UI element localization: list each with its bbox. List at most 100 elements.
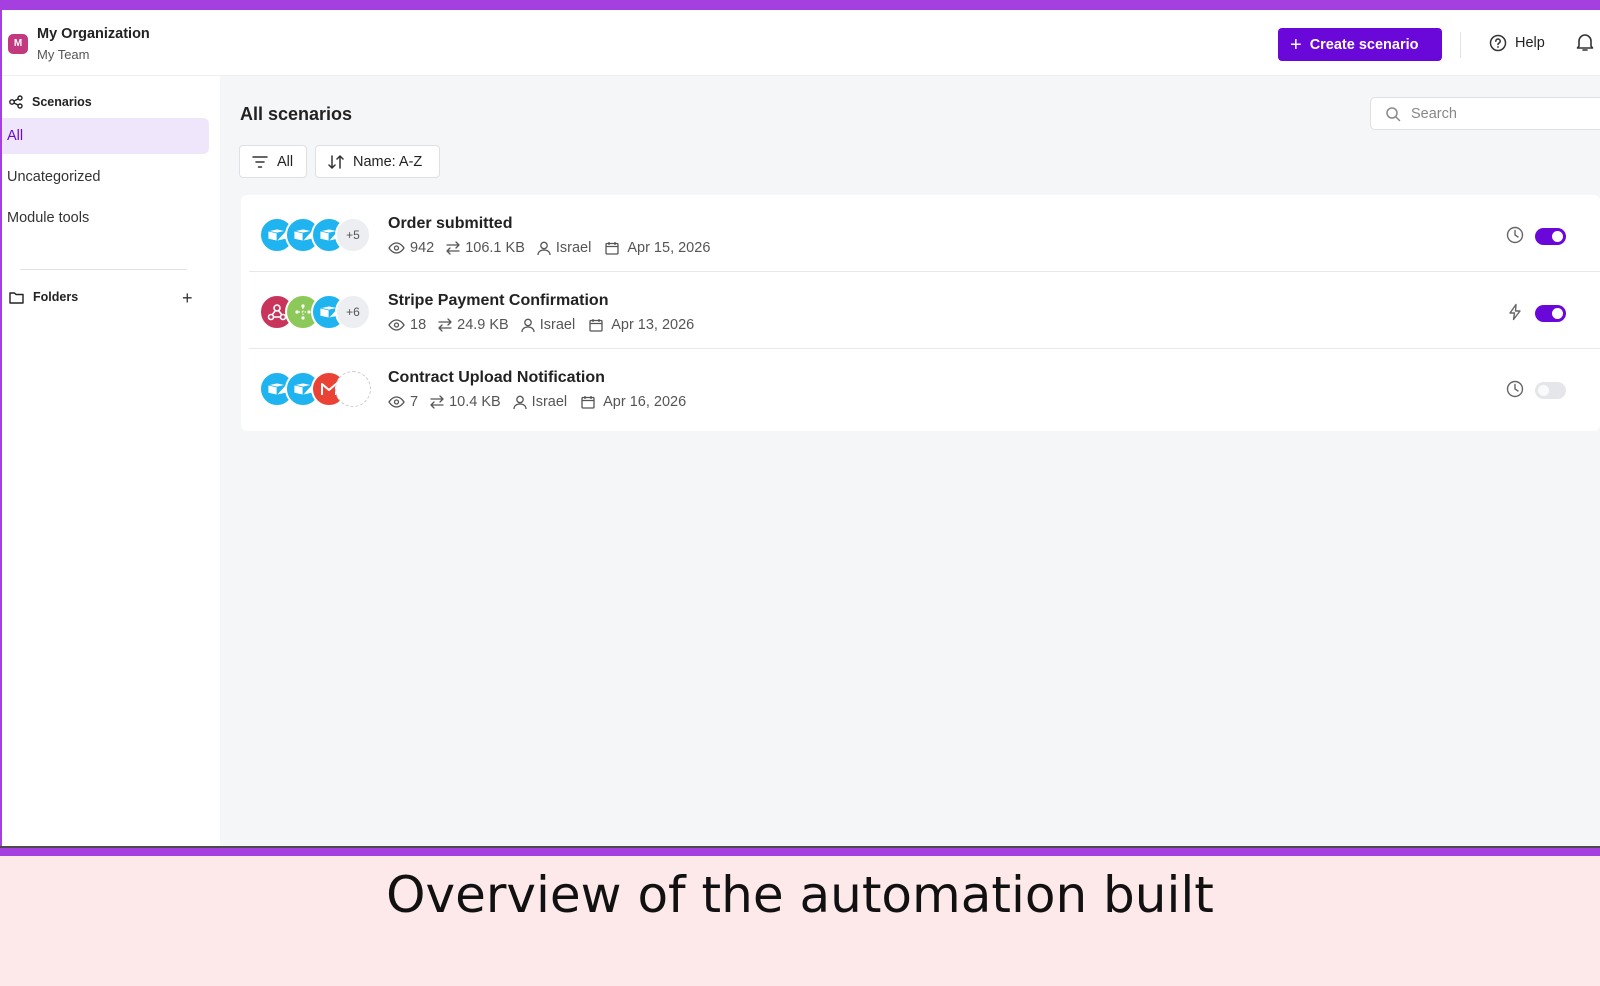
scenario-date: Apr 15, 2026 — [627, 240, 711, 256]
search-icon — [1386, 106, 1401, 121]
data-size: 10.4 KB — [449, 394, 501, 410]
lightning-icon — [1509, 303, 1521, 321]
data-size: 106.1 KB — [465, 240, 525, 256]
scenario-meta: 18 24.9 KB Israel Apr 13, 2026 — [388, 317, 706, 333]
user-icon — [537, 241, 551, 255]
notifications-button[interactable] — [1576, 32, 1594, 57]
owner-stat: Israel — [537, 240, 591, 256]
sidebar-section-scenarios[interactable]: Scenarios — [9, 95, 92, 109]
calendar-icon — [581, 396, 595, 409]
scenario-name[interactable]: Contract Upload Notification — [388, 369, 605, 387]
scenario-toggle[interactable] — [1535, 382, 1566, 399]
operations-count: 942 — [410, 240, 435, 256]
org-avatar[interactable]: M — [8, 34, 28, 54]
owner-name: Israel — [531, 394, 568, 410]
scenario-date: Apr 13, 2026 — [611, 317, 695, 333]
date-stat: Apr 16, 2026 — [581, 394, 686, 410]
filter-icon — [252, 155, 268, 168]
clock-icon — [1506, 226, 1524, 244]
sidebar-item-module-tools[interactable]: Module tools — [2, 200, 209, 236]
user-icon — [521, 318, 535, 332]
operations-count: 7 — [410, 394, 419, 410]
operations-stat: 942 — [388, 240, 434, 256]
app-window: M My Organization My Team + Create scena… — [2, 10, 1600, 846]
owner-name: Israel — [555, 240, 592, 256]
owner-name: Israel — [539, 317, 576, 333]
scenario-row[interactable]: Contract Upload Notification 7 10.4 KB I… — [249, 349, 1600, 426]
clock-icon — [1506, 380, 1524, 398]
plus-icon: + — [1290, 33, 1302, 56]
search-placeholder: Search — [1411, 105, 1457, 122]
caption-text: Overview of the automation built — [386, 866, 1214, 924]
main-content: All scenarios Search All Name: A-Z +5 Or… — [220, 76, 1600, 846]
top-header: M My Organization My Team + Create scena… — [2, 10, 1600, 76]
module-icons: +6 — [259, 294, 379, 330]
transfer-icon — [430, 395, 444, 409]
page-title: All scenarios — [240, 104, 353, 124]
create-scenario-button[interactable]: + Create scenario — [1278, 28, 1442, 61]
data-stat: 10.4 KB — [430, 394, 501, 410]
more-modules-badge: +5 — [335, 217, 371, 253]
scenario-toggle[interactable] — [1535, 305, 1566, 322]
schedule-status[interactable] — [1506, 226, 1524, 249]
sidebar-item-all[interactable]: All — [2, 118, 209, 154]
date-stat: Apr 15, 2026 — [605, 240, 710, 256]
scenario-meta: 7 10.4 KB Israel Apr 16, 2026 — [388, 394, 698, 410]
screenshot-bottom-border — [0, 846, 1600, 856]
schedule-status[interactable] — [1506, 380, 1524, 403]
scenarios-icon — [9, 95, 23, 109]
eye-icon — [388, 242, 405, 254]
owner-stat: Israel — [513, 394, 567, 410]
search-input[interactable]: Search — [1370, 97, 1600, 130]
scenario-row[interactable]: +6 Stripe Payment Confirmation 18 24.9 K… — [249, 272, 1600, 349]
folder-icon — [9, 291, 24, 304]
transfer-icon — [438, 318, 452, 332]
create-scenario-label: Create scenario — [1309, 36, 1419, 53]
scenario-list: +5 Order submitted 942 106.1 KB Israel A… — [241, 195, 1600, 431]
calendar-icon — [589, 319, 603, 332]
sort-label: Name: A-Z — [353, 153, 423, 170]
trigger-status[interactable] — [1506, 303, 1524, 326]
bell-icon — [1576, 34, 1594, 51]
date-stat: Apr 13, 2026 — [589, 317, 694, 333]
filter-label: All — [277, 153, 294, 170]
scenario-name[interactable]: Stripe Payment Confirmation — [388, 292, 608, 310]
more-modules-badge: +6 — [335, 294, 371, 330]
scenario-name[interactable]: Order submitted — [388, 215, 512, 233]
module-icons — [259, 371, 379, 407]
header-divider — [1460, 32, 1461, 58]
user-icon — [513, 395, 527, 409]
help-label: Help — [1515, 35, 1545, 51]
data-size: 24.9 KB — [457, 317, 509, 333]
sidebar-divider — [20, 269, 187, 270]
calendar-icon — [605, 242, 619, 255]
sidebar-section-label: Scenarios — [32, 95, 92, 109]
operations-stat: 18 — [388, 317, 426, 333]
module-icons: +5 — [259, 217, 379, 253]
eye-icon — [388, 396, 405, 408]
data-stat: 24.9 KB — [438, 317, 509, 333]
owner-stat: Israel — [521, 317, 575, 333]
help-icon — [1489, 34, 1507, 52]
folders-label: Folders — [33, 290, 79, 304]
data-stat: 106.1 KB — [446, 240, 525, 256]
org-name[interactable]: My Organization — [37, 26, 150, 42]
filter-button[interactable]: All — [239, 145, 307, 178]
add-folder-button[interactable]: + — [182, 288, 193, 309]
scenario-toggle[interactable] — [1535, 228, 1566, 245]
team-name[interactable]: My Team — [37, 47, 90, 62]
help-button[interactable]: Help — [1489, 34, 1545, 52]
sidebar: Scenarios All Uncategorized Module tools… — [2, 76, 220, 846]
scenario-meta: 942 106.1 KB Israel Apr 15, 2026 — [388, 240, 722, 256]
operations-count: 18 — [410, 317, 427, 333]
scenario-date: Apr 16, 2026 — [603, 394, 687, 410]
eye-icon — [388, 319, 405, 331]
operations-stat: 7 — [388, 394, 418, 410]
sort-button[interactable]: Name: A-Z — [315, 145, 440, 178]
transfer-icon — [446, 241, 460, 255]
scenario-row[interactable]: +5 Order submitted 942 106.1 KB Israel A… — [249, 195, 1600, 272]
empty-module-slot — [335, 371, 371, 407]
sidebar-section-folders[interactable]: Folders — [9, 290, 78, 304]
sort-icon — [328, 154, 344, 169]
sidebar-item-uncategorized[interactable]: Uncategorized — [2, 159, 209, 195]
